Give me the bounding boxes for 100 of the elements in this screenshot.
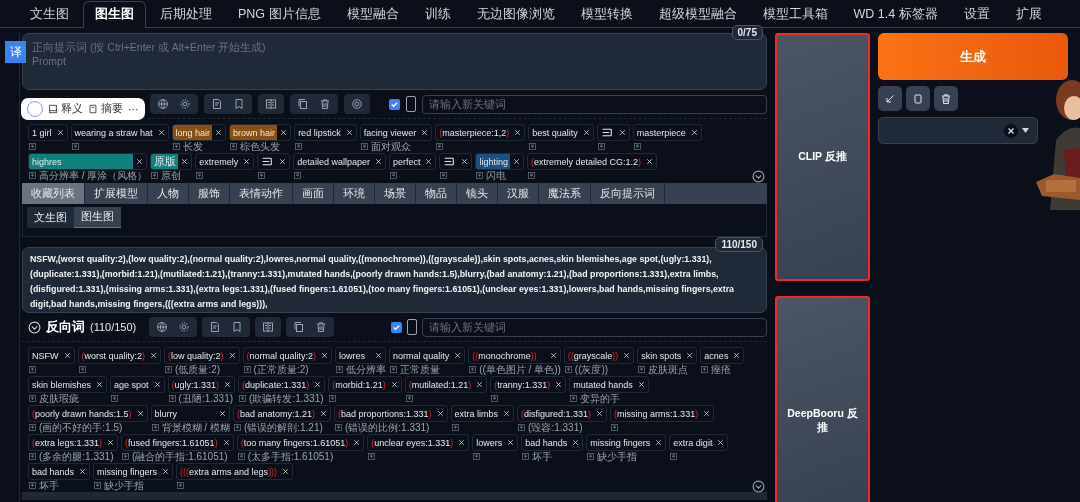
category-tab[interactable]: 反向提示词 <box>591 183 665 204</box>
keyword-input[interactable]: 请输入新关键词 <box>422 317 767 337</box>
tag-chip[interactable]: (((extra arms and legs))) <box>176 463 294 480</box>
tag-chip[interactable]: skin spots <box>637 347 698 364</box>
tag-chip[interactable]: skin blemishes <box>28 376 108 393</box>
tag-chip[interactable]: red lipstick <box>294 124 357 141</box>
tag-chip[interactable]: facing viewer <box>359 124 433 141</box>
tag-chip[interactable]: highres <box>28 153 148 170</box>
tag-chip[interactable]: (worst quality:2) <box>77 347 162 364</box>
category-tab[interactable]: 场景 <box>375 183 416 204</box>
tag-chip[interactable]: normal quality <box>389 347 466 364</box>
keyword-input[interactable]: 请输入新关键词 <box>422 94 767 114</box>
action-button[interactable] <box>934 86 958 111</box>
tag-chip[interactable]: (duplicate:1.331) <box>238 376 326 393</box>
tag-chip[interactable]: (missing arms:1.331) <box>610 405 715 422</box>
tag-chip[interactable]: acnes <box>700 347 745 364</box>
clear-icon[interactable] <box>1004 123 1018 138</box>
category-tab[interactable]: 画面 <box>293 183 334 204</box>
category-tab[interactable]: 镜头 <box>457 183 498 204</box>
tag-chip[interactable] <box>596 124 630 141</box>
tag-chip[interactable]: extra digit <box>669 434 729 451</box>
panel-toggle-icon[interactable] <box>406 96 416 112</box>
more-button[interactable]: ··· <box>128 103 139 115</box>
tag-chip[interactable]: detailed wallpaper <box>293 153 386 170</box>
tab[interactable]: 训练 <box>412 1 463 28</box>
tag-chip[interactable]: (extremely detailed CG:1.2) <box>526 153 658 170</box>
sub-tab[interactable]: 图生图 <box>74 207 121 228</box>
tag-chip[interactable]: (mutilated:1.21) <box>404 376 488 393</box>
tag-chip[interactable]: extremely <box>195 153 255 170</box>
tab[interactable]: 无边图像浏览 <box>464 1 567 28</box>
tag-chip[interactable]: bad hands <box>28 463 91 480</box>
tag-chip[interactable]: (bad anatomy:1.21) <box>232 405 331 422</box>
sub-tab[interactable]: 文生图 <box>27 207 74 228</box>
tab[interactable]: 文生图 <box>18 1 81 28</box>
panel-toggle-icon[interactable] <box>407 319 417 335</box>
tab[interactable]: 超级模型融合 <box>646 1 749 28</box>
tag-chip[interactable]: (bad proportions:1.331) <box>333 405 448 422</box>
tab[interactable]: 模型工具箱 <box>750 1 840 28</box>
tag-chip[interactable]: masterpiece <box>632 124 702 141</box>
category-tab[interactable]: 收藏列表 <box>22 183 85 204</box>
category-tab[interactable]: 魔法系 <box>539 183 591 204</box>
category-tab[interactable]: 环境 <box>334 183 375 204</box>
tag-chip[interactable]: mutated hands <box>569 376 649 393</box>
tag-chip[interactable]: missing fingers <box>586 434 667 451</box>
tag-chip[interactable]: (too many fingers:1.61051) <box>236 434 365 451</box>
tag-chip[interactable]: (disfigured:1.331) <box>517 405 608 422</box>
checkbox[interactable] <box>389 98 400 110</box>
action-button[interactable] <box>878 86 902 111</box>
category-tab[interactable]: 物品 <box>416 183 457 204</box>
tag-chip[interactable]: 1 girl <box>28 124 68 141</box>
tag-chip[interactable]: lighting <box>475 153 524 170</box>
category-tab[interactable]: 扩展模型 <box>85 183 148 204</box>
tag-chip[interactable]: age spot <box>110 376 165 393</box>
action-button[interactable] <box>906 86 930 111</box>
tab[interactable]: 模型转换 <box>568 1 645 28</box>
negative-prompt-field[interactable]: NSFW,(worst quality:2),(low quality:2),(normal quality:2),lowres,normal quality,((monochrome)),((grayscale)),skin spots,acnes,skin blemishes,age spot,(ugly:1.331),(duplicate:1.331),(morbid:1.21),(mutilated:1.21),(tranny:1.331),mutated hands,(poorly drawn hands:1.5),blurry,(bad anatomy:1.21),(bad proportions:1.331),extra limbs,(disfigured:1.331),(missing arms:1.331),(extra legs:1.331),(fused fingers:1.61051),(too many fingers:1.61051),(unclear eyes:1.331),lowers,bad hands,missing fingers,extra digit,bad hands,missing fingers,(((extra arms and legs))), <box>22 247 767 313</box>
clip-interrogate-button[interactable]: CLIP 反推 <box>775 33 870 281</box>
tag-chip[interactable]: bad hands <box>521 434 584 451</box>
tab[interactable]: 设置 <box>951 1 1002 28</box>
tag-chip[interactable]: (unclear eyes:1.331) <box>367 434 470 451</box>
category-tab[interactable]: 服饰 <box>189 183 230 204</box>
checkbox[interactable] <box>391 321 402 333</box>
meaning-button[interactable]: 释义 <box>48 102 83 116</box>
tag-chip[interactable]: (normal quality:2) <box>242 347 333 364</box>
tag-chip[interactable]: wearing a straw hat <box>70 124 169 141</box>
tag-chip[interactable]: ((grayscale)) <box>563 347 635 364</box>
tag-chip[interactable]: NSFW <box>28 347 75 364</box>
deepbooru-interrogate-button[interactable]: DeepBooru 反推 <box>775 296 870 502</box>
category-tab[interactable]: 表情动作 <box>230 183 293 204</box>
tag-chip[interactable] <box>439 153 473 170</box>
tag-chip[interactable]: (ugly:1.331) <box>167 376 236 393</box>
category-tab[interactable]: 人物 <box>148 183 189 204</box>
tag-chip[interactable]: (fused fingers:1.61051) <box>121 434 234 451</box>
tab[interactable]: 模型融合 <box>334 1 411 28</box>
tag-chip[interactable]: lowres <box>335 347 387 364</box>
category-tab[interactable]: 汉服 <box>498 183 539 204</box>
tag-chip[interactable]: long hair <box>171 124 227 141</box>
tag-chip[interactable]: 原版 <box>150 153 193 170</box>
tag-chip[interactable]: brown hair <box>229 124 292 141</box>
translate-button[interactable]: 译 <box>5 41 26 63</box>
tab[interactable]: 图生图 <box>83 1 146 28</box>
tab[interactable]: 后期处理 <box>148 1 224 28</box>
tag-chip[interactable] <box>257 153 291 170</box>
tag-chip[interactable]: perfect <box>388 153 437 170</box>
tag-chip[interactable]: best quality <box>528 124 594 141</box>
tag-chip[interactable]: (extra legs:1.331) <box>28 434 119 451</box>
tag-chip[interactable]: ((monochrome)) <box>468 347 561 364</box>
tag-chip[interactable]: missing fingers <box>93 463 174 480</box>
tag-chip[interactable]: (morbid:1.21) <box>328 376 402 393</box>
summary-button[interactable]: 摘要 <box>88 102 123 116</box>
tab[interactable]: WD 1.4 标签器 <box>841 1 950 28</box>
tag-chip[interactable]: (poorly drawn hands:1.5) <box>28 405 148 422</box>
tag-chip[interactable]: lowers <box>472 434 519 451</box>
tag-chip[interactable]: extra limbs <box>450 405 515 422</box>
tab[interactable]: PNG 图片信息 <box>226 1 333 28</box>
tag-chip[interactable]: (tranny:1.331) <box>490 376 567 393</box>
tag-chip[interactable]: (low quality:2) <box>164 347 240 364</box>
tag-chip[interactable]: blurry <box>150 405 230 422</box>
tab[interactable]: 扩展 <box>1003 1 1054 28</box>
tag-chip[interactable]: (masterpiece:1,2) <box>435 124 526 141</box>
